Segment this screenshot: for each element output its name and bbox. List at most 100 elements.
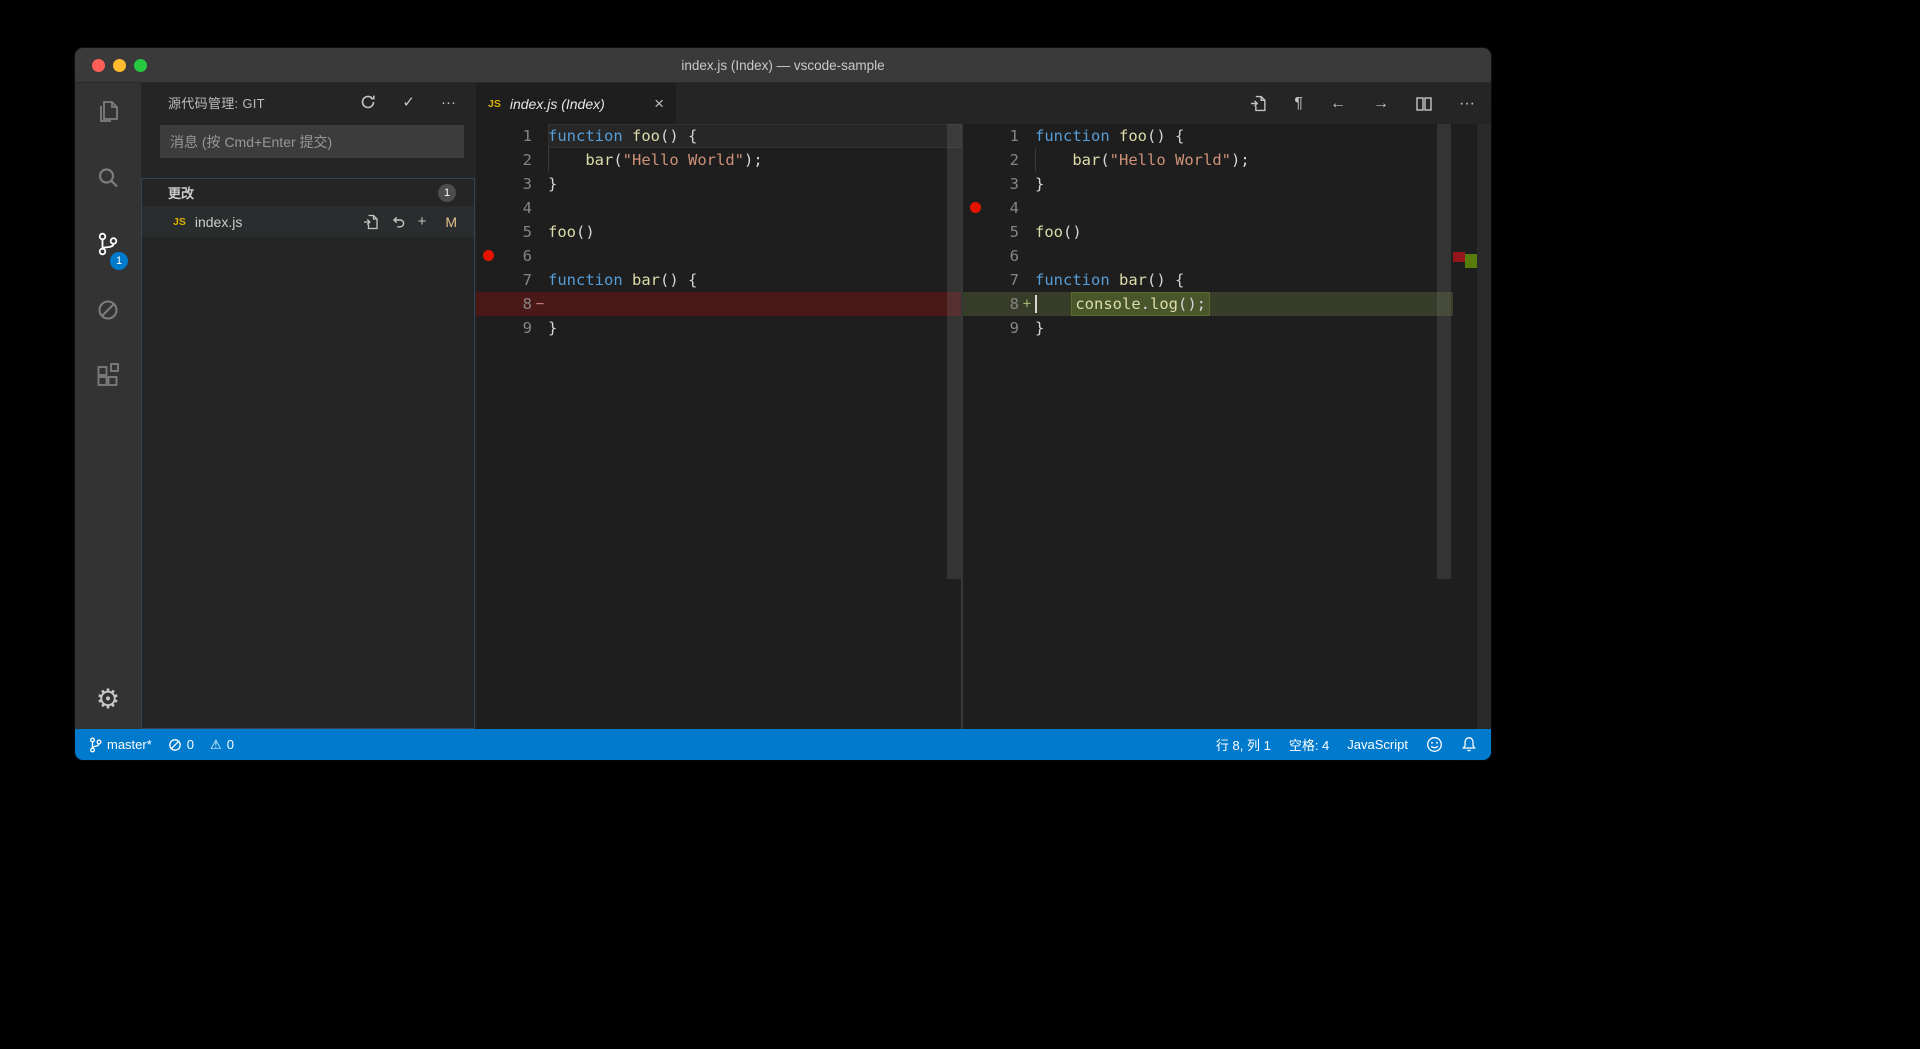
glyph-margin[interactable] [963,244,997,268]
code-text[interactable]: function foo() { [1035,124,1453,148]
line-number[interactable]: 4 [997,196,1019,220]
open-file-button[interactable] [1250,95,1267,112]
glyph-margin[interactable] [963,148,997,172]
glyph-margin[interactable] [963,268,997,292]
code-text[interactable]: } [548,316,961,340]
line-number[interactable]: 2 [510,148,532,172]
breakpoint-dot[interactable] [483,250,494,261]
code-line-4[interactable]: 4 [963,196,1453,220]
glyph-margin[interactable] [963,292,997,316]
code-line-9[interactable]: 9} [476,316,961,340]
code-text[interactable]: foo() [548,220,961,244]
code-text[interactable] [548,292,961,316]
code-text[interactable]: function bar() { [548,268,961,292]
more-actions-button[interactable]: ··· [441,95,456,110]
glyph-margin[interactable] [963,172,997,196]
code-text[interactable]: console.log(); [1035,292,1453,316]
commit-message-input[interactable] [160,125,464,158]
changed-file-row[interactable]: JS index.js + M [142,206,474,237]
glyph-margin[interactable] [476,268,510,292]
line-number[interactable]: 7 [510,268,532,292]
settings-gear-button[interactable]: ⚙ [75,675,141,723]
code-line-3[interactable]: 3} [476,172,961,196]
line-number[interactable]: 9 [510,316,532,340]
stage-changes-button[interactable]: + [418,214,427,229]
code-line-6[interactable]: 6 [963,244,1453,268]
code-line-2[interactable]: 2 bar("Hello World"); [963,148,1453,172]
glyph-margin[interactable] [476,124,510,148]
activity-item-source-control[interactable]: 1 [75,220,141,270]
code-line-7[interactable]: 7 function bar() { [963,268,1453,292]
breakpoint-dot[interactable] [970,202,981,213]
open-file-button[interactable] [363,214,379,230]
glyph-margin[interactable] [476,196,510,220]
discard-changes-button[interactable] [391,214,406,229]
glyph-margin[interactable] [476,172,510,196]
line-number[interactable]: 5 [997,220,1019,244]
line-number[interactable]: 3 [510,172,532,196]
line-number[interactable]: 3 [997,172,1019,196]
glyph-margin[interactable] [963,124,997,148]
line-number[interactable]: 5 [510,220,532,244]
glyph-margin[interactable] [476,220,510,244]
code-line-9[interactable]: 9} [963,316,1453,340]
code-line-3[interactable]: 3} [963,172,1453,196]
code-line-8[interactable]: 8 + console.log(); [963,292,1453,316]
glyph-margin[interactable] [963,196,997,220]
code-text[interactable] [548,196,961,220]
code-text[interactable]: function bar() { [1035,268,1453,292]
language-mode-item[interactable]: JavaScript [1347,737,1408,752]
overview-ruler[interactable] [1453,124,1477,729]
code-line-5[interactable]: 5 foo() [476,220,961,244]
code-line-4[interactable]: 4 [476,196,961,220]
code-text[interactable]: } [548,172,961,196]
activity-item-debug[interactable] [75,286,141,334]
line-number[interactable]: 8 [997,292,1019,316]
changes-section-header[interactable]: 更改 1 [142,179,474,206]
feedback-item[interactable] [1426,736,1443,753]
glyph-margin[interactable] [476,244,510,268]
notifications-item[interactable] [1461,736,1477,753]
code-text[interactable] [1035,244,1453,268]
line-number[interactable]: 1 [510,124,532,148]
code-line-5[interactable]: 5 foo() [963,220,1453,244]
refresh-button[interactable] [360,94,376,110]
code-text[interactable]: function foo() { [548,124,961,148]
activity-item-search[interactable] [75,154,141,202]
code-text[interactable]: foo() [1035,220,1453,244]
line-number[interactable]: 6 [510,244,532,268]
split-editor-button[interactable] [1416,96,1432,111]
code-line-1[interactable]: 1 function foo() { [476,124,961,148]
glyph-margin[interactable] [476,292,510,316]
glyph-margin[interactable] [476,148,510,172]
tab-indexjs-diff[interactable]: JS index.js (Index) × [476,83,676,124]
line-number[interactable]: 9 [997,316,1019,340]
warnings-item[interactable]: ⚠ 0 [210,737,234,752]
navigate-forward-button[interactable]: → [1373,95,1389,112]
code-line-6[interactable]: 6 [476,244,961,268]
activity-item-explorer[interactable] [75,88,141,136]
glyph-margin[interactable] [963,220,997,244]
branch-item[interactable]: master* [89,737,152,753]
activity-item-extensions[interactable] [75,352,141,400]
more-actions-button[interactable]: ··· [1459,95,1475,112]
code-line-8[interactable]: 8− [476,292,961,316]
line-number[interactable]: 1 [997,124,1019,148]
line-number[interactable]: 7 [997,268,1019,292]
indentation-item[interactable]: 空格: 4 [1289,735,1329,754]
scrollbar-thumb[interactable] [947,124,961,579]
line-number[interactable]: 4 [510,196,532,220]
code-text[interactable]: bar("Hello World"); [548,148,961,172]
cursor-position-item[interactable]: 行 8, 列 1 [1216,735,1271,754]
scrollbar-thumb[interactable] [1437,124,1451,579]
errors-item[interactable]: 0 [168,737,194,752]
code-line-2[interactable]: 2 bar("Hello World"); [476,148,961,172]
tab-close-button[interactable]: × [654,95,664,112]
line-number[interactable]: 8 [510,292,532,316]
code-text[interactable]: } [1035,172,1453,196]
code-line-7[interactable]: 7 function bar() { [476,268,961,292]
toggle-whitespace-button[interactable]: ¶ [1294,95,1303,112]
code-text[interactable] [1035,196,1453,220]
code-line-1[interactable]: 1 function foo() { [963,124,1453,148]
commit-button[interactable]: ✓ [402,95,415,110]
